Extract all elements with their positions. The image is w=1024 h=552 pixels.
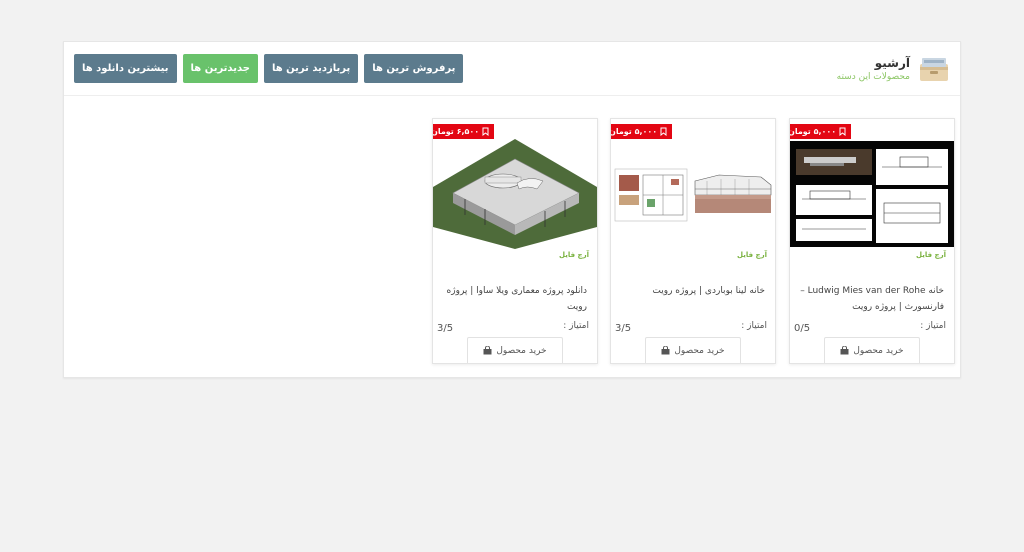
watermark-logo: آرچ فایل xyxy=(737,251,767,259)
buy-product-button[interactable]: خرید محصول xyxy=(467,337,563,363)
price-badge: ۵,۰۰۰ تومان xyxy=(790,124,852,144)
product-image[interactable]: ۶,۵۰۰ تومان آرچ فایل xyxy=(433,119,597,267)
product-title-line[interactable]: خانه Ludwig Mies van der Rohe – xyxy=(796,283,944,299)
archive-box-icon xyxy=(920,58,948,81)
shopping-bag-icon xyxy=(661,346,670,355)
bookmark-icon xyxy=(482,127,489,136)
product-title-line[interactable]: خانه لینا بوباردی | پروژه رویت xyxy=(617,283,765,299)
sort-filters: بیشترین دانلود ها جدیدترین ها پربازدید ت… xyxy=(74,54,464,83)
bookmark-icon xyxy=(660,127,667,136)
filter-best-selling-button[interactable]: پرفروش ترین ها xyxy=(364,54,464,83)
shopping-bag-icon xyxy=(483,346,492,355)
product-card[interactable]: ۶,۵۰۰ تومان آرچ فایل دانلود پروژه معماری… xyxy=(432,118,598,364)
product-title[interactable]: خانه لینا بوباردی | پروژه رویت xyxy=(617,283,765,299)
product-title[interactable]: دانلود پروژه معماری ویلا ساوا | پروژه رو… xyxy=(439,283,587,315)
rating-label: امتیاز : xyxy=(920,321,946,331)
rating-value: 0/5 xyxy=(794,323,811,334)
product-image[interactable]: ۵,۰۰۰ تومان آرچ فایل xyxy=(611,119,775,267)
archive-panel: آرشیو محصولات این دسته بیشترین دانلود ها… xyxy=(63,41,961,378)
page-subtitle: محصولات این دسته xyxy=(836,71,910,82)
bookmark-icon xyxy=(839,127,846,136)
rating-label: امتیاز : xyxy=(563,321,589,331)
watermark-logo: آرچ فایل xyxy=(916,251,946,259)
rating-value: 3/5 xyxy=(437,323,454,334)
filter-most-downloaded-button[interactable]: بیشترین دانلود ها xyxy=(74,54,177,83)
product-title-line[interactable]: دانلود پروژه معماری ویلا ساوا | پروژه رو… xyxy=(439,283,587,315)
price-text: ۵,۰۰۰ تومان xyxy=(790,127,837,136)
product-card[interactable]: ۵,۰۰۰ تومان آرچ فایل خانه Ludwig Mies va… xyxy=(789,118,955,364)
buy-product-button[interactable]: خرید محصول xyxy=(824,337,920,363)
rating-label: امتیاز : xyxy=(741,321,767,331)
price-text: ۵,۰۰۰ تومان xyxy=(611,127,658,136)
buy-product-label: خرید محصول xyxy=(496,345,547,356)
shopping-bag-icon xyxy=(840,346,849,355)
page-title: آرشیو xyxy=(874,55,910,70)
product-card[interactable]: ۵,۰۰۰ تومان آرچ فایل خانه لینا بوباردی |… xyxy=(610,118,776,364)
price-badge: ۶,۵۰۰ تومان xyxy=(433,124,495,144)
product-title-line[interactable]: فارنسورث | پروژه رویت xyxy=(796,299,944,315)
panel-header: آرشیو محصولات این دسته بیشترین دانلود ها… xyxy=(64,42,960,96)
price-text: ۶,۵۰۰ تومان xyxy=(433,127,480,136)
filter-newest-button[interactable]: جدیدترین ها xyxy=(182,54,258,83)
product-title[interactable]: خانه Ludwig Mies van der Rohe – فارنسورث… xyxy=(796,283,944,315)
price-badge: ۵,۰۰۰ تومان xyxy=(611,124,673,144)
buy-product-label: خرید محصول xyxy=(674,345,725,356)
archive-brand: آرشیو محصولات این دسته xyxy=(837,52,950,86)
rating-value: 3/5 xyxy=(615,323,632,334)
brand-text: آرشیو محصولات این دسته xyxy=(837,55,910,84)
filter-most-viewed-button[interactable]: پربازدید ترین ها xyxy=(263,54,359,83)
watermark-logo: آرچ فایل xyxy=(559,251,589,259)
buy-product-label: خرید محصول xyxy=(853,345,904,356)
buy-product-button[interactable]: خرید محصول xyxy=(645,337,741,363)
product-image[interactable]: ۵,۰۰۰ تومان آرچ فایل xyxy=(790,119,954,267)
